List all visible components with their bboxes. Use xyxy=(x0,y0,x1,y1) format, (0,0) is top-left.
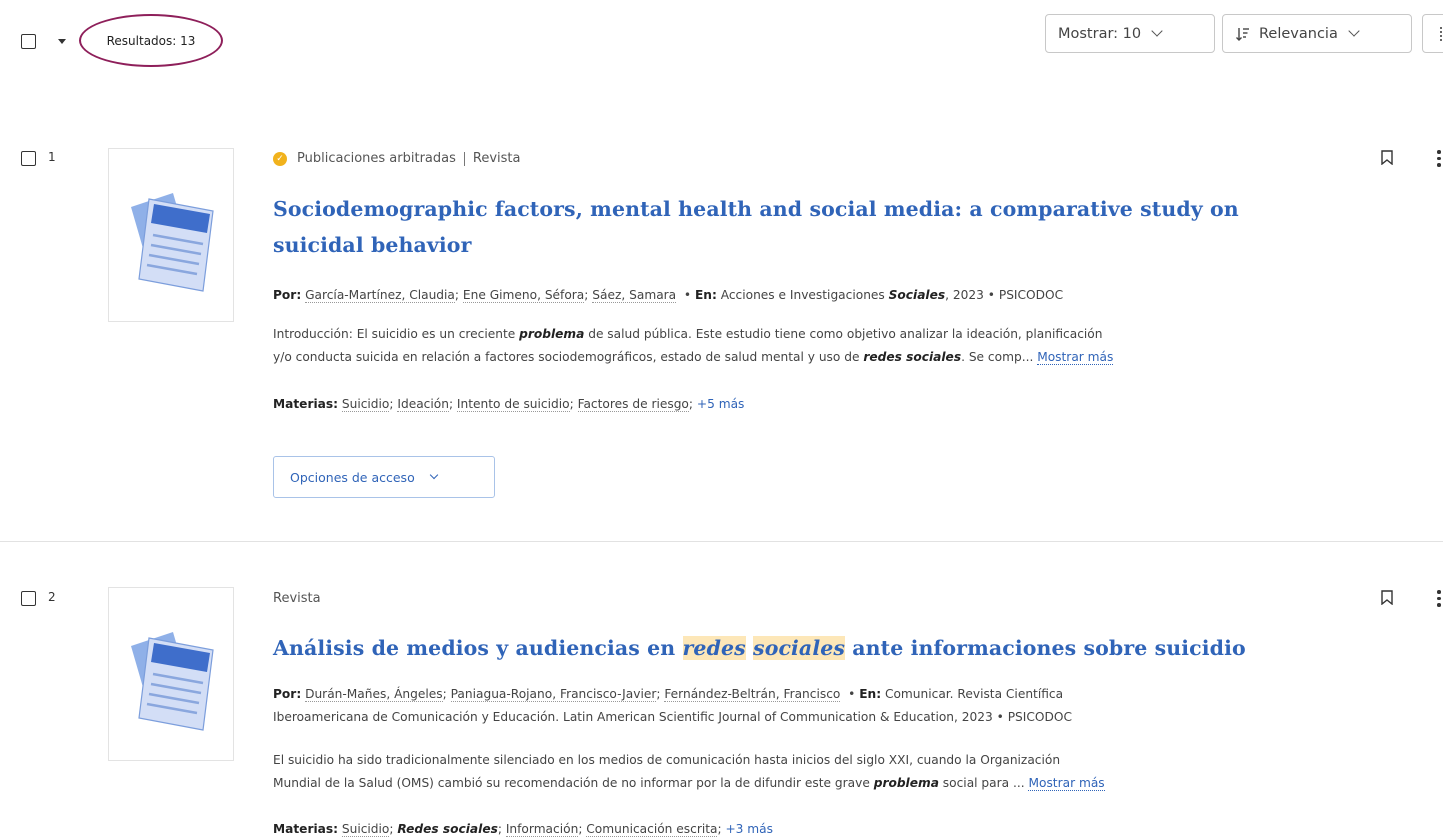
result-abstract: El suicidio ha sido tradicionalmente sil… xyxy=(273,749,1383,795)
document-thumbnail-icon xyxy=(108,148,234,322)
more-subjects-link[interactable]: +5 más xyxy=(697,397,745,411)
results-count-label: Resultados: 13 xyxy=(106,33,196,48)
abstract-text: . Se comp... xyxy=(961,350,1034,364)
show-more-link[interactable]: Mostrar más xyxy=(1028,776,1105,791)
subjects-label: Materias: xyxy=(273,397,338,411)
chevron-down-icon xyxy=(1151,25,1163,37)
abstract-text: y/o conducta suicida en relación a facto… xyxy=(273,350,860,364)
source-name: Acciones e Investigaciones xyxy=(720,288,885,302)
bookmark-icon[interactable] xyxy=(1381,590,1393,609)
meta-separator xyxy=(463,151,465,166)
subject-link[interactable]: Factores de riesgo xyxy=(577,397,689,412)
subjects-line: Materias: Suicidio; Redes sociales; Info… xyxy=(273,822,773,837)
source-year: , 2023 • PSICODOC xyxy=(945,288,1064,302)
abstract-text: de salud pública. Este estudio tiene com… xyxy=(588,327,1103,341)
abstract-highlight: problema xyxy=(873,776,939,790)
result-checkbox[interactable] xyxy=(21,591,36,606)
by-label: Por: xyxy=(273,288,302,302)
author-link[interactable]: Paniagua-Rojano, Francisco-Javier xyxy=(450,687,657,702)
subject-link[interactable]: Redes sociales xyxy=(397,822,497,836)
content-type-label: Revista xyxy=(472,151,521,166)
results-per-page-select[interactable]: Mostrar: 10 xyxy=(1045,14,1215,53)
content-type-label: Revista xyxy=(273,591,321,606)
subject-link[interactable]: Información xyxy=(505,822,579,837)
by-label: Por: xyxy=(273,687,302,701)
source-name: Iberoamericana de Comunicación y Educaci… xyxy=(273,710,1072,724)
author-link[interactable]: Sáez, Samara xyxy=(592,288,677,303)
show-more-link[interactable]: Mostrar más xyxy=(1037,350,1114,365)
subject-link[interactable]: Comunicación escrita xyxy=(586,822,718,837)
subjects-line: Materias: Suicidio; Ideación; Intento de… xyxy=(273,397,745,412)
access-options-label: Opciones de acceso xyxy=(290,469,415,485)
subject-link[interactable]: Ideación xyxy=(397,397,449,412)
sort-select[interactable]: Relevancia xyxy=(1222,14,1412,53)
results-count: Resultados: 13 xyxy=(79,14,223,67)
result-number: 1 xyxy=(48,150,56,164)
more-subjects-link[interactable]: +3 más xyxy=(725,822,773,836)
select-all-checkbox[interactable] xyxy=(21,34,36,49)
more-options-icon[interactable] xyxy=(1437,150,1441,170)
result-abstract: Introducción: El suicidio es un crecient… xyxy=(273,323,1383,369)
peer-reviewed-badge-icon: ✓ xyxy=(273,151,287,166)
author-link[interactable]: Durán-Mañes, Ángeles xyxy=(305,687,443,702)
chevron-down-icon xyxy=(1348,25,1360,37)
subjects-label: Materias: xyxy=(273,822,338,836)
author-link[interactable]: Fernández-Beltrán, Francisco xyxy=(664,687,841,702)
select-menu-caret-icon[interactable] xyxy=(58,39,66,44)
title-line: Sociodemographic factors, mental health … xyxy=(273,197,1239,221)
in-label: En: xyxy=(859,687,882,701)
title-line: suicidal behavior xyxy=(273,233,472,257)
subject-link[interactable]: Suicidio xyxy=(341,397,390,412)
results-per-page-label: Mostrar: 10 xyxy=(1058,25,1142,42)
result-title-link[interactable]: Sociodemographic factors, mental health … xyxy=(273,191,1239,263)
source-name-highlight: Sociales xyxy=(888,288,946,302)
sort-label: Relevancia xyxy=(1259,25,1338,42)
access-options-button[interactable]: Opciones de acceso xyxy=(273,456,495,498)
source-name: Comunicar. Revista Científica xyxy=(884,687,1064,701)
abstract-highlight: problema xyxy=(519,327,585,341)
result-title-link[interactable]: Análisis de medios y audiencias en redes… xyxy=(273,630,1246,666)
result-meta: ✓ Publicaciones arbitradas Revista xyxy=(273,151,520,166)
abstract-text: Mundial de la Salud (OMS) cambió su reco… xyxy=(273,776,870,790)
bookmark-icon[interactable] xyxy=(1381,150,1393,169)
result-divider xyxy=(0,541,1443,542)
title-highlight: redes xyxy=(682,636,746,660)
author-line: Por: García-Martínez, Claudia; Ene Gimen… xyxy=(273,288,1064,303)
chevron-down-icon xyxy=(429,470,438,480)
title-text: ante informaciones sobre suicidio xyxy=(852,636,1246,660)
title-text: Análisis de medios y audiencias en xyxy=(273,636,676,660)
sort-icon xyxy=(1235,26,1251,42)
abstract-highlight: redes sociales xyxy=(863,350,962,364)
author-link[interactable]: García-Martínez, Claudia xyxy=(305,288,455,303)
abstract-text: Introducción: El suicidio es un crecient… xyxy=(273,327,516,341)
author-line: Por: Durán-Mañes, Ángeles; Paniagua-Roja… xyxy=(273,683,1383,729)
peer-reviewed-label: Publicaciones arbitradas xyxy=(297,151,456,166)
abstract-text: social para ... xyxy=(942,776,1025,790)
more-options-icon[interactable] xyxy=(1437,590,1441,610)
in-label: En: xyxy=(694,288,717,302)
title-highlight: sociales xyxy=(753,636,845,660)
result-meta: Revista xyxy=(273,591,321,606)
subject-link[interactable]: Suicidio xyxy=(341,822,390,837)
view-options-button[interactable] xyxy=(1422,14,1443,53)
subject-link[interactable]: Intento de suicidio xyxy=(456,397,570,412)
result-checkbox[interactable] xyxy=(21,151,36,166)
document-thumbnail-icon xyxy=(108,587,234,761)
abstract-text: El suicidio ha sido tradicionalmente sil… xyxy=(273,753,1061,767)
result-number: 2 xyxy=(48,590,56,604)
author-link[interactable]: Ene Gimeno, Séfora xyxy=(462,288,585,303)
